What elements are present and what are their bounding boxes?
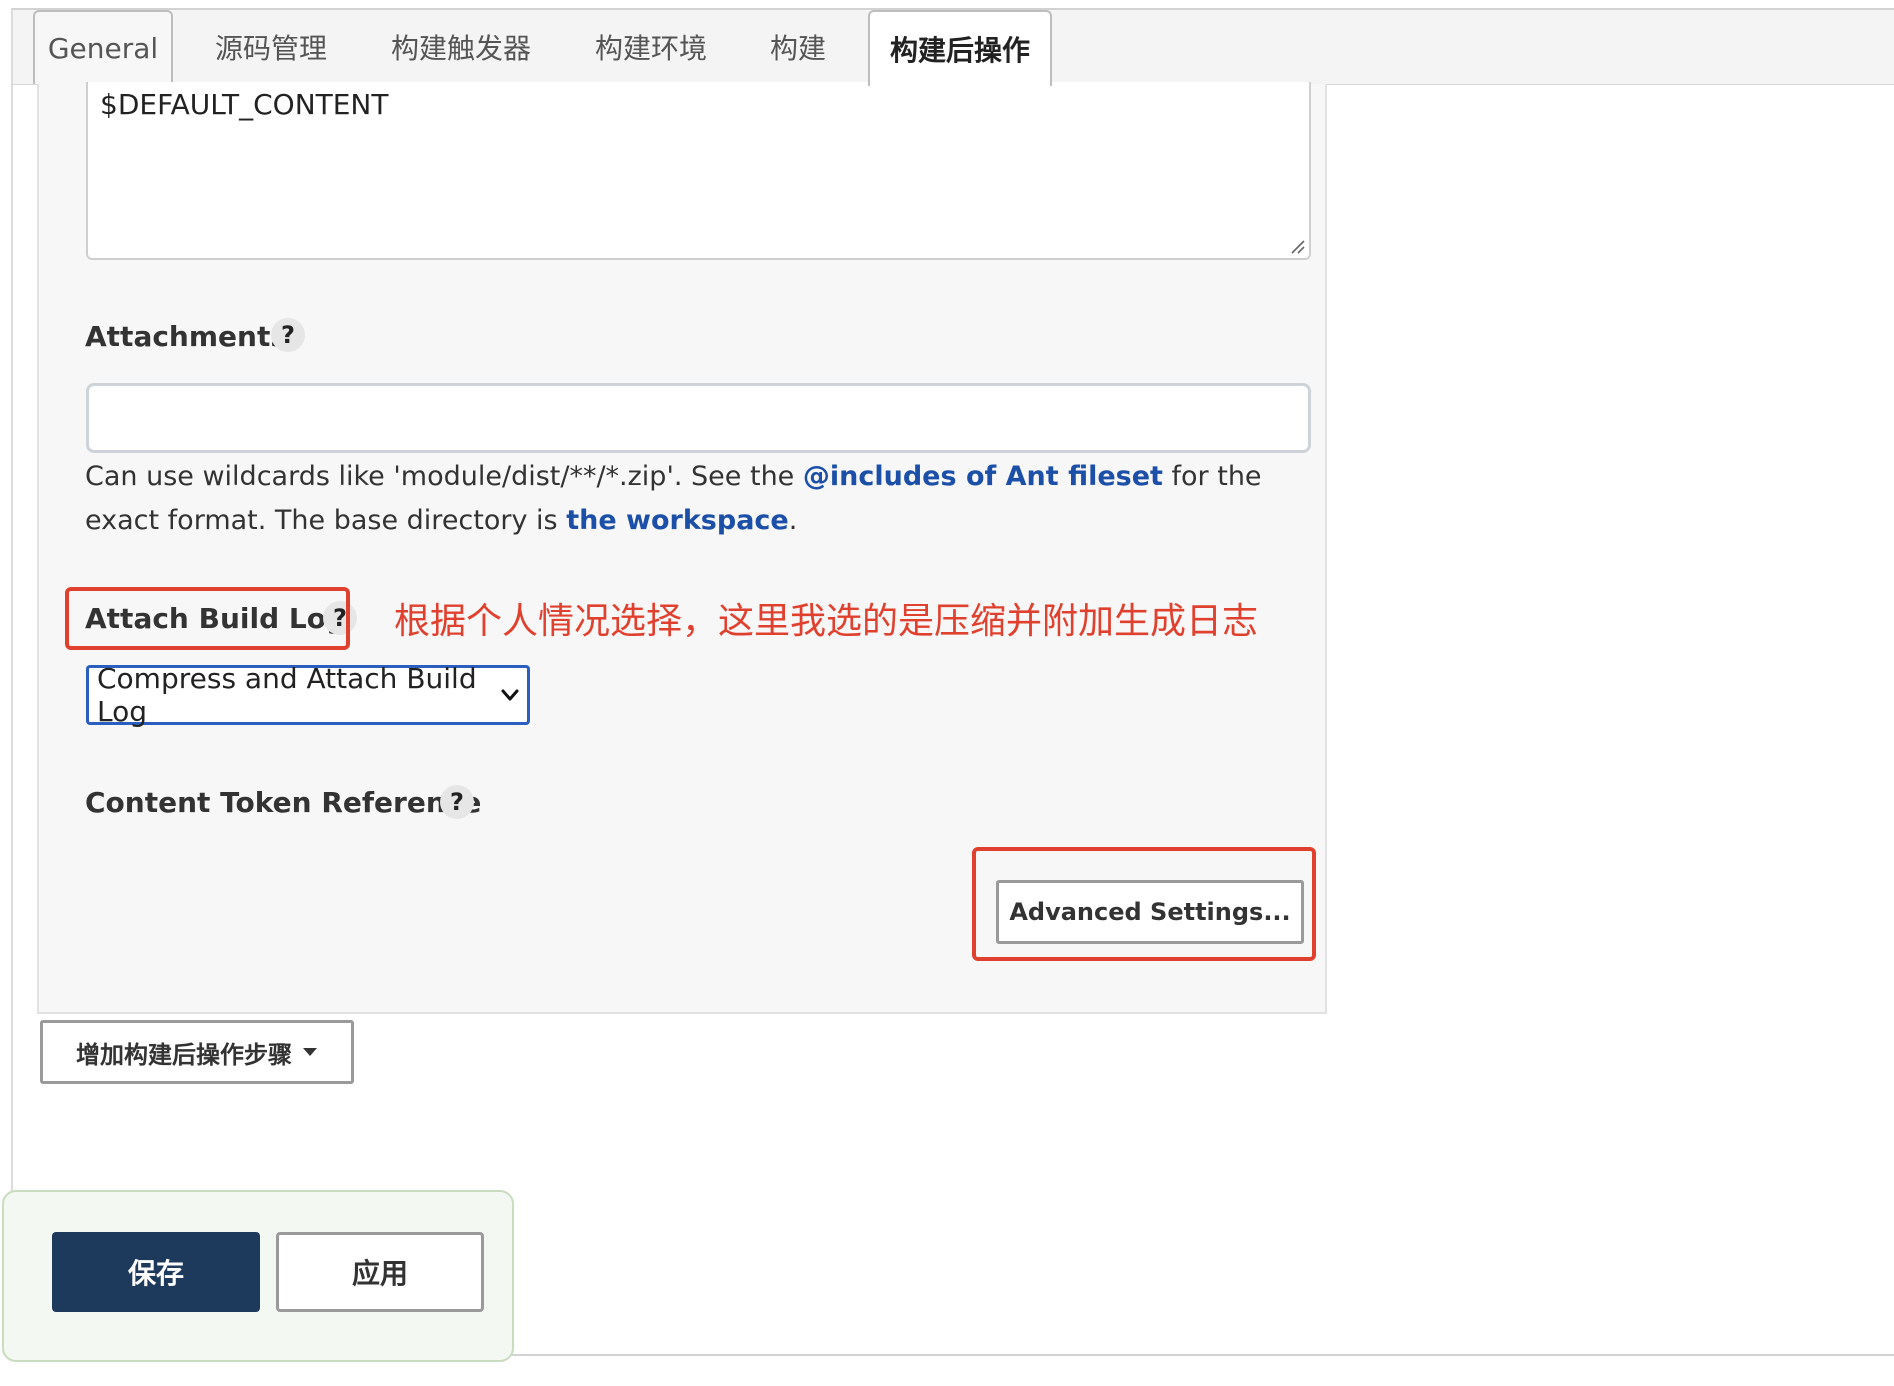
- attach-build-log-select[interactable]: Compress and Attach Build Log: [86, 662, 530, 728]
- ant-fileset-link[interactable]: @includes of Ant fileset: [803, 461, 1163, 492]
- tab-general[interactable]: General: [33, 10, 173, 84]
- tab-label: 构建触发器: [390, 32, 531, 65]
- tab-label: 构建后操作: [889, 34, 1030, 67]
- tab-label: 构建环境: [594, 32, 707, 65]
- attachments-label: Attachments: [85, 320, 288, 353]
- resize-grip-icon[interactable]: [1289, 238, 1305, 254]
- desc-text: .: [788, 505, 798, 536]
- tab-source-control[interactable]: 源码管理: [196, 10, 346, 84]
- tab-build-triggers[interactable]: 构建触发器: [376, 10, 546, 84]
- attachments-input[interactable]: [86, 383, 1311, 453]
- highlight-box-attach-build-log: [65, 587, 350, 650]
- caret-down-icon: [303, 1048, 317, 1056]
- default-content-textarea[interactable]: $DEFAULT_CONTENT: [86, 82, 1311, 260]
- save-button[interactable]: 保存: [52, 1232, 260, 1312]
- tab-build-environment[interactable]: 构建环境: [576, 10, 726, 84]
- workspace-link[interactable]: the workspace: [566, 505, 789, 536]
- select-value: Compress and Attach Build Log: [97, 662, 477, 728]
- content-token-help-icon[interactable]: ?: [440, 785, 474, 819]
- tab-label: 源码管理: [214, 32, 327, 65]
- apply-button[interactable]: 应用: [276, 1232, 484, 1312]
- tab-build[interactable]: 构建: [748, 10, 848, 84]
- desc-text: Can use wildcards like 'module/dist/**/*…: [85, 461, 803, 492]
- attachments-description: Can use wildcards like 'module/dist/**/*…: [85, 455, 1325, 543]
- annotation-text: 根据个人情况选择，这里我选的是压缩并附加生成日志: [394, 601, 1259, 642]
- attachments-help-icon[interactable]: ?: [271, 318, 305, 352]
- chevron-down-icon: [501, 689, 519, 701]
- tab-label: 构建: [769, 32, 826, 65]
- advanced-settings-button[interactable]: Advanced Settings...: [996, 880, 1304, 944]
- tab-label: General: [47, 31, 159, 65]
- tab-post-build-actions[interactable]: 构建后操作: [868, 10, 1052, 86]
- add-post-build-step-button[interactable]: 增加构建后操作步骤: [40, 1020, 354, 1084]
- add-step-label: 增加构建后操作步骤: [76, 1040, 292, 1069]
- textarea-value: $DEFAULT_CONTENT: [100, 88, 389, 121]
- content-token-reference-label: Content Token Reference: [85, 786, 482, 819]
